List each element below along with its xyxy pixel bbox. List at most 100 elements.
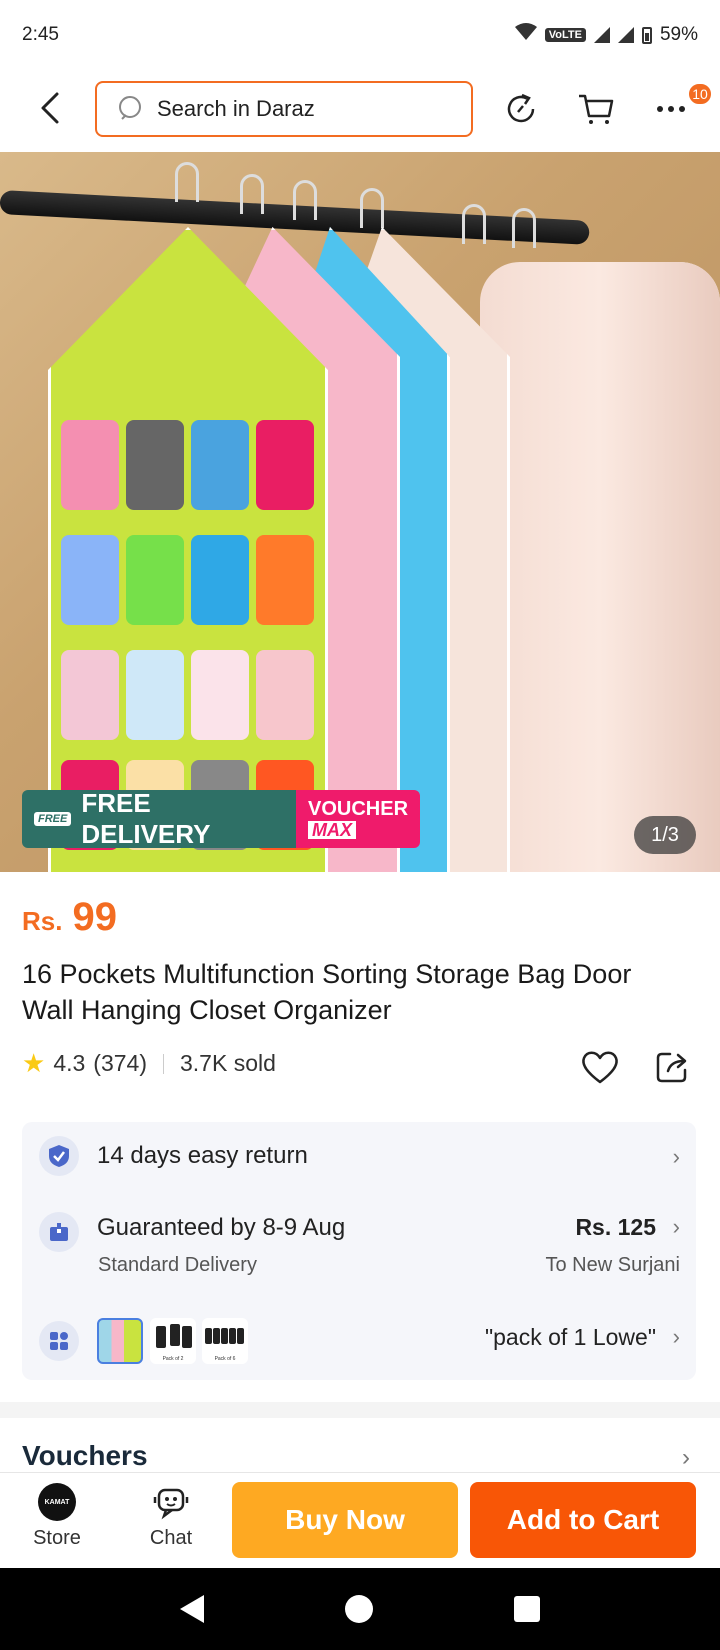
chat-bot-icon (153, 1488, 189, 1520)
promo-banner: FREE FREE DELIVERY VOUCHER MAX (22, 790, 420, 848)
divider (163, 1053, 164, 1074)
nav-recents-icon[interactable] (513, 1596, 540, 1622)
cart-icon (579, 94, 614, 124)
system-nav-bar (0, 1568, 720, 1650)
wishlist-button[interactable] (578, 1045, 622, 1089)
notification-badge: 10 (687, 82, 713, 106)
cart-button[interactable] (575, 88, 617, 130)
mini-organizer (221, 1328, 228, 1344)
pocket-item (256, 420, 314, 510)
pocket-item (191, 420, 249, 510)
section-divider (0, 1402, 720, 1418)
chevron-right-icon[interactable]: › (682, 1444, 690, 1472)
nav-back-icon[interactable] (180, 1595, 205, 1623)
pocket-item (126, 420, 184, 510)
signal-icon-1 (593, 27, 610, 43)
search-placeholder: Search in Daraz (157, 96, 315, 121)
shirt-image (480, 262, 720, 872)
delivery-box-icon (39, 1212, 79, 1252)
variant-selected[interactable]: "pack of 1 Lowe" (485, 1324, 656, 1351)
pocket-item (256, 650, 314, 740)
service-info-card: 14 days easy return › Guaranteed by 8-9 … (22, 1122, 696, 1380)
pocket-item (61, 650, 119, 740)
back-arrow-icon (41, 92, 59, 124)
mini-organizer (237, 1328, 244, 1344)
variant-thumb-label: Pack of 2 (162, 1356, 184, 1362)
store-label: Store (33, 1527, 81, 1549)
product-title: 16 Pockets Multifunction Sorting Storage… (22, 959, 632, 1025)
store-logo-icon: KAMAT (38, 1483, 76, 1521)
pocket-item (126, 535, 184, 625)
star-icon: ★ (22, 1048, 46, 1078)
chat-label: Chat (149, 1527, 193, 1549)
image-counter: 1/3 (634, 816, 696, 854)
status-icons: VoLTE 59% (514, 23, 698, 47)
refresh-button[interactable] (500, 88, 542, 130)
delivery-guarantee[interactable]: Guaranteed by 8-9 Aug (97, 1214, 345, 1242)
rating-value: 4.3 (53, 1050, 86, 1076)
hanger-hook (462, 204, 486, 244)
mini-organizer (170, 1324, 180, 1346)
battery-percent: 59% (659, 24, 698, 45)
share-button[interactable] (650, 1045, 694, 1089)
return-policy[interactable]: 14 days easy return (97, 1142, 308, 1170)
status-bar: 2:45 VoLTE 59% (0, 0, 720, 70)
bottom-action-bar: KAMAT Store Chat Buy Now Add to Cart (0, 1472, 720, 1568)
shield-check-icon (39, 1136, 79, 1176)
voucher-label: VOUCHER (308, 798, 409, 820)
pocket-item (191, 535, 249, 625)
variant-thumb-label: Pack of 6 (214, 1356, 236, 1362)
voucher-max-badge: VOUCHER MAX (296, 790, 420, 848)
pocket-item (191, 650, 249, 740)
free-delivery-badge: FREE FREE DELIVERY (22, 790, 296, 848)
chevron-right-icon[interactable]: › (673, 1144, 680, 1170)
search-input[interactable]: Search in Daraz (95, 81, 473, 137)
mini-organizer (182, 1326, 192, 1348)
mini-organizer (205, 1328, 212, 1344)
mini-organizer (156, 1326, 166, 1348)
vouchers-heading[interactable]: Vouchers (22, 1440, 148, 1472)
add-to-cart-button[interactable]: Add to Cart (470, 1482, 696, 1558)
hanger-hook (512, 208, 536, 248)
mini-organizer (213, 1328, 220, 1344)
free-delivery-tag: FREE (34, 812, 72, 826)
battery-icon (641, 26, 652, 44)
volte-badge: VoLTE (544, 28, 586, 42)
signal-icon-2 (617, 27, 634, 43)
chat-button[interactable]: Chat (134, 1483, 208, 1559)
pocket-item (256, 535, 314, 625)
variants-grid-icon (39, 1321, 79, 1361)
delivery-location[interactable]: To New Surjani (545, 1254, 680, 1277)
price-value: 99 (72, 895, 117, 939)
store-button[interactable]: KAMAT Store (20, 1483, 94, 1559)
back-button[interactable] (30, 88, 70, 128)
mini-organizer (229, 1328, 236, 1344)
variant-thumbnail[interactable]: Pack of 6 (202, 1318, 248, 1364)
variant-thumbnail[interactable]: Pack of 2 (150, 1318, 196, 1364)
hanger-hook (293, 180, 317, 220)
price-currency: Rs. (22, 906, 63, 936)
delivery-type: Standard Delivery (98, 1254, 257, 1276)
more-icon (657, 106, 685, 112)
delivery-price: Rs. 125 (575, 1214, 656, 1240)
variant-thumbnail-selected[interactable] (97, 1318, 143, 1364)
chevron-right-icon[interactable]: › (673, 1324, 680, 1350)
pocket-item (126, 650, 184, 740)
wifi-icon (514, 23, 537, 47)
chevron-right-icon[interactable]: › (673, 1214, 680, 1240)
hanger-hook (240, 174, 264, 214)
top-header: Search in Daraz 10 (0, 70, 720, 150)
status-time: 2:45 (22, 24, 59, 45)
pocket-item (61, 535, 119, 625)
free-delivery-label: FREE DELIVERY (81, 790, 211, 848)
product-image[interactable] (0, 152, 720, 872)
refresh-icon (507, 93, 535, 123)
nav-home-icon[interactable] (344, 1595, 373, 1623)
rating-row[interactable]: ★ 4.3 (374) 3.7K sold (22, 1048, 276, 1079)
buy-now-button[interactable]: Buy Now (232, 1482, 458, 1558)
search-icon (119, 96, 141, 120)
pocket-item (61, 420, 119, 510)
more-button[interactable] (650, 88, 692, 130)
heart-icon (582, 1051, 618, 1084)
sold-count: 3.7K sold (180, 1050, 276, 1076)
